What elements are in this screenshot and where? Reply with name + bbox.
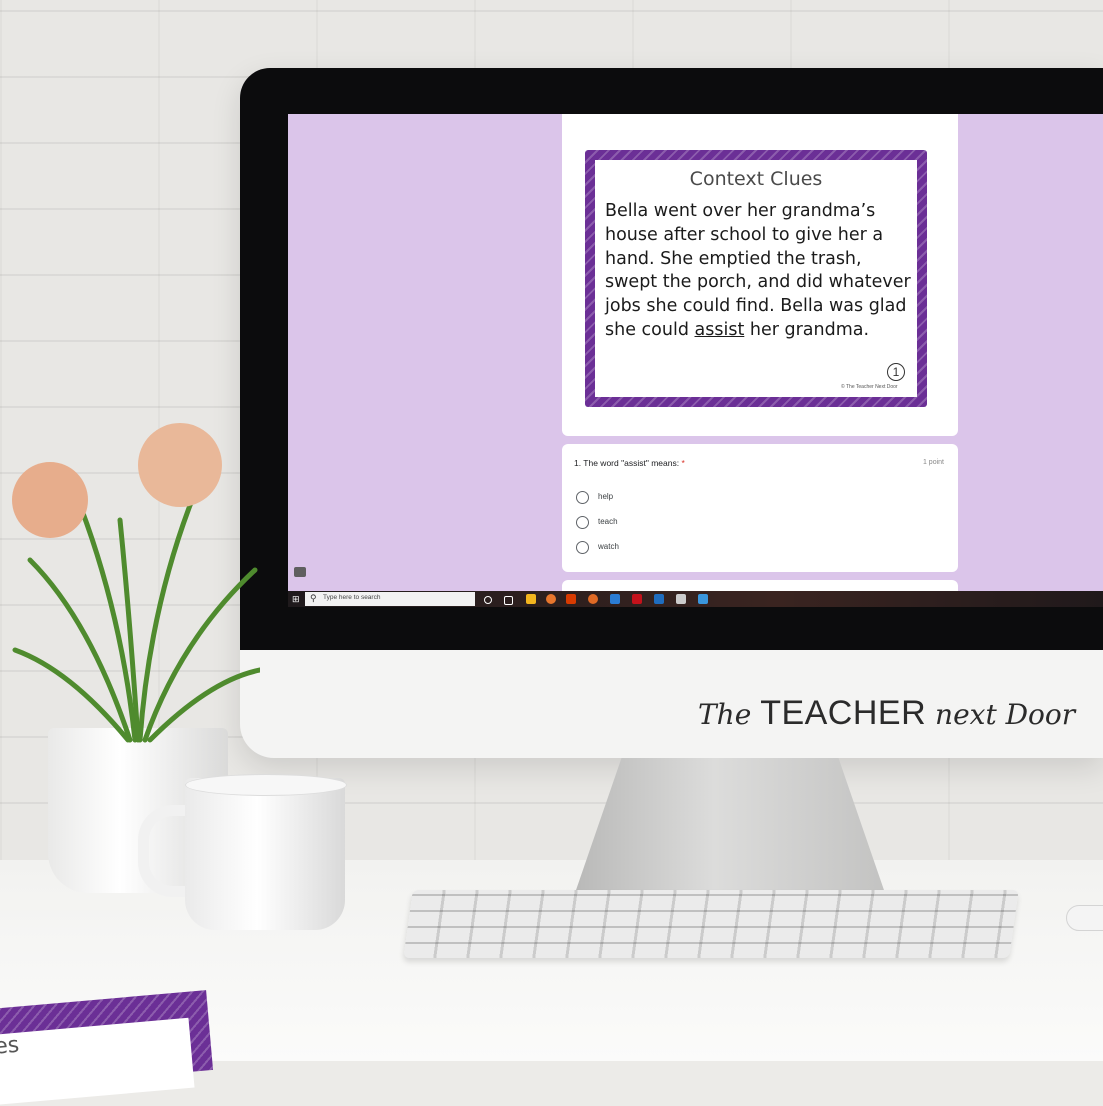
chrome-icon[interactable] bbox=[546, 594, 556, 604]
option-label: help bbox=[598, 492, 614, 501]
search-placeholder: Type here to search bbox=[323, 594, 381, 601]
photos-icon[interactable] bbox=[698, 594, 708, 604]
taskbar-search-input[interactable]: ⚲ Type here to search bbox=[305, 592, 475, 606]
clue-card-copyright: © The Teacher Next Door bbox=[841, 384, 898, 390]
brand-next-door: next Door bbox=[926, 698, 1076, 731]
question-card: 1. The word "assist" means: * 1 point he… bbox=[562, 444, 958, 572]
radio-button[interactable] bbox=[576, 491, 589, 504]
windows-start-icon[interactable]: ⊞ bbox=[292, 594, 302, 604]
app-icon[interactable] bbox=[676, 594, 686, 604]
radio-button[interactable] bbox=[576, 516, 589, 529]
monitor-screen: Context Clues Bella went over her grandm… bbox=[288, 114, 1103, 607]
feedback-icon[interactable] bbox=[294, 567, 306, 577]
brand-teacher: TEACHER bbox=[760, 694, 927, 732]
question-points: 1 point bbox=[922, 459, 944, 466]
option-teach[interactable]: teach bbox=[576, 514, 776, 532]
search-icon: ⚲ bbox=[310, 593, 317, 603]
brand-the: The bbox=[698, 698, 761, 731]
context-clue-card: Context Clues Bella went over her grandm… bbox=[585, 150, 927, 407]
plant-image bbox=[12, 423, 260, 743]
firefox-icon[interactable] bbox=[588, 594, 598, 604]
photoshop-icon[interactable] bbox=[654, 594, 664, 604]
outlook-icon[interactable] bbox=[610, 594, 620, 604]
clue-card-title: Context Clues bbox=[689, 168, 823, 190]
mug-rim bbox=[185, 774, 347, 796]
radio-button[interactable] bbox=[576, 541, 589, 554]
mouse bbox=[1066, 905, 1103, 931]
clue-text-part-2: her grandma. bbox=[744, 319, 870, 340]
printed-task-card: es bbox=[0, 990, 214, 1105]
required-asterisk: * bbox=[679, 458, 685, 468]
question-label: 1. The word "assist" means: bbox=[574, 458, 680, 468]
coffee-mug bbox=[185, 778, 345, 930]
option-watch[interactable]: watch bbox=[576, 539, 776, 557]
cortana-icon[interactable] bbox=[484, 596, 492, 604]
task-view-icon[interactable] bbox=[504, 596, 513, 605]
clue-card-text: Bella went over her grandma’s house afte… bbox=[605, 200, 917, 343]
file-explorer-icon[interactable] bbox=[526, 594, 536, 604]
windows-taskbar: ⊞ ⚲ Type here to search bbox=[288, 591, 1103, 607]
office-icon[interactable] bbox=[566, 594, 576, 604]
printed-card-inner: es bbox=[0, 1017, 195, 1105]
brand-logo: The TEACHER next Door bbox=[698, 693, 1090, 743]
clue-card-number: 1 bbox=[887, 363, 905, 381]
clue-underlined-word: assist bbox=[694, 319, 745, 340]
option-label: watch bbox=[598, 542, 619, 551]
acrobat-icon[interactable] bbox=[632, 594, 642, 604]
monitor-stand bbox=[575, 758, 885, 893]
option-label: teach bbox=[598, 517, 618, 526]
question-title: 1. The word "assist" means: * bbox=[574, 458, 685, 468]
context-clue-card-inner: Context Clues Bella went over her grandm… bbox=[595, 160, 917, 397]
keyboard bbox=[403, 890, 1019, 958]
option-help[interactable]: help bbox=[576, 489, 776, 507]
